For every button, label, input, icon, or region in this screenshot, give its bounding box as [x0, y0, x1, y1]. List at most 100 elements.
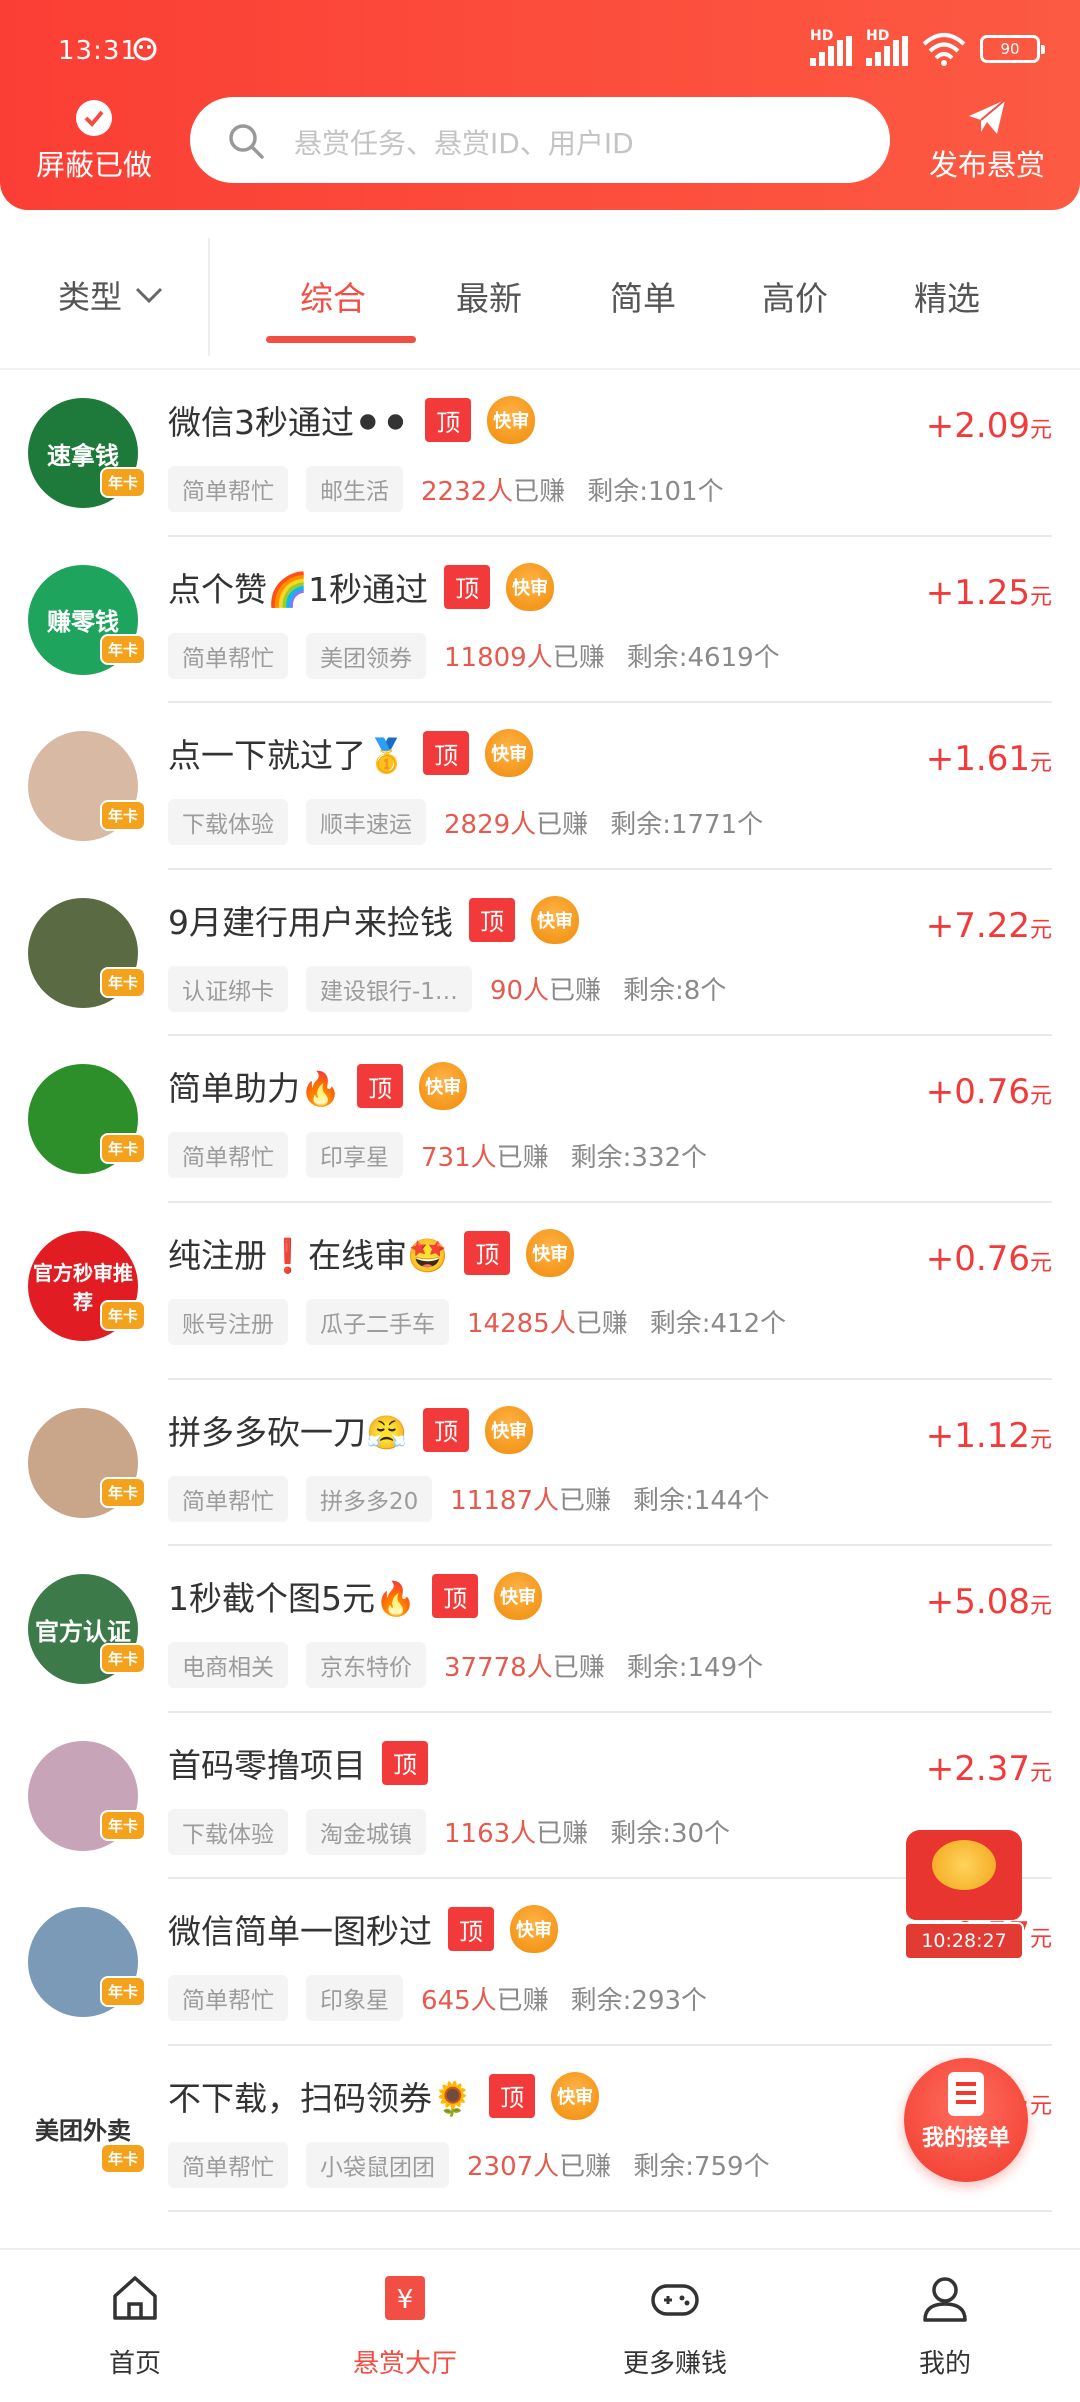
task-meta: 简单帮忙 拼多多20 11187人已赚 剩余:144个: [168, 1475, 769, 1522]
remaining-count: 剩余:30个: [610, 1819, 731, 1849]
check-icon: [76, 100, 112, 136]
task-row[interactable]: 速拿钱 年卡 微信3秒通过⚫⚫ 顶 快审 简单帮忙 邮生活 2232人已赚 剩余…: [0, 370, 1080, 537]
pinned-badge: 顶: [469, 897, 515, 942]
pinned-badge: 顶: [444, 564, 491, 609]
earned-count: 11187人: [450, 1486, 559, 1516]
annual-card-badge: 年卡: [99, 2142, 146, 2174]
task-category-tag: 简单帮忙: [168, 466, 288, 512]
earned-label: 已赚: [536, 809, 589, 840]
nav-reward-hall[interactable]: ¥ 悬赏大厅: [305, 2272, 505, 2380]
price-value: +0.76: [925, 1238, 1030, 1279]
nav-home-label: 首页: [108, 2349, 161, 2379]
task-title: 点个赞🌈1秒通过: [168, 569, 429, 609]
avatar-text: 官方认证: [35, 1617, 131, 1646]
task-avatar[interactable]: 年卡: [28, 897, 146, 1008]
pinned-badge: 顶: [464, 1230, 511, 1275]
remaining-count: 剩余:332个: [570, 1142, 708, 1173]
task-category-tag: 简单帮忙: [168, 1975, 288, 2021]
task-row[interactable]: 年卡 9月建行用户来捡钱 顶 快审 认证绑卡 建设银行-1… 90人已赚 剩余:…: [0, 870, 1080, 1036]
task-avatar[interactable]: 年卡: [28, 1407, 146, 1518]
task-row[interactable]: 官方秒审推荐 年卡 纯注册❗在线审🤩 顶 快审 账号注册 瓜子二手车 14285…: [0, 1203, 1080, 1380]
task-row[interactable]: 年卡 拼多多砍一刀😤 顶 快审 简单帮忙 拼多多20 11187人已赚 剩余:1…: [0, 1380, 1080, 1546]
tab-high-price[interactable]: 高价: [762, 272, 828, 320]
earned-label: 已赚: [552, 643, 605, 673]
annual-card-badge: 年卡: [99, 1133, 146, 1164]
tab-latest[interactable]: 最新: [456, 272, 522, 320]
tab-featured[interactable]: 精选: [914, 272, 980, 320]
annual-card-badge: 年卡: [99, 1643, 146, 1674]
price-unit: 元: [1029, 1427, 1052, 1453]
annual-card-badge: 年卡: [99, 1976, 146, 2007]
task-price: +7.22元: [926, 906, 1052, 946]
nav-home[interactable]: 首页: [35, 2272, 235, 2380]
price-value: +1.61: [925, 739, 1030, 779]
earned-count: 731人: [421, 1142, 497, 1173]
task-category-tag: 简单帮忙: [168, 2141, 288, 2188]
annual-card-badge: 年卡: [99, 800, 146, 831]
task-avatar[interactable]: 年卡: [28, 1064, 146, 1174]
divider: [208, 238, 210, 356]
task-avatar[interactable]: 年卡: [28, 1740, 146, 1851]
price-unit: 元: [1029, 1927, 1052, 1952]
publish-reward-button[interactable]: 发布悬赏: [912, 96, 1062, 186]
task-meta: 简单帮忙 邮生活 2232人已赚 剩余:101个: [168, 466, 724, 512]
task-app-tag: 美团领券: [306, 632, 426, 679]
search-icon: [229, 124, 264, 159]
wifi-icon: [922, 33, 966, 66]
task-stats: 14285人已赚 剩余:412个: [467, 1303, 786, 1340]
tab-simple[interactable]: 简单: [610, 272, 676, 320]
tab-comprehensive[interactable]: 综合: [300, 272, 366, 320]
task-title-line: 拼多多砍一刀😤 顶 快审: [168, 1405, 534, 1454]
task-stats: 645人已赚 剩余:293个: [421, 1980, 707, 2017]
task-title-line: 纯注册❗在线审🤩 顶 快审: [168, 1228, 575, 1277]
signal-icon: HD: [810, 28, 852, 66]
pinned-badge: 顶: [423, 731, 470, 775]
type-dropdown[interactable]: 类型: [58, 272, 164, 318]
task-title-line: 9月建行用户来捡钱 顶 快审: [168, 895, 579, 944]
task-title: 9月建行用户来捡钱: [168, 902, 453, 942]
task-row[interactable]: 年卡 点一下就过了🥇 顶 快审 下载体验 顺丰速运 2829人已赚 剩余:177…: [0, 703, 1080, 870]
task-title: 拼多多砍一刀😤: [168, 1412, 408, 1452]
fast-review-badge: 快审: [531, 895, 579, 944]
clipboard-icon: [948, 2072, 984, 2116]
task-app-tag: 顺丰速运: [306, 799, 426, 845]
remaining-count: 剩余:144个: [633, 1486, 770, 1516]
task-meta: 简单帮忙 印享星 731人已赚 剩余:332个: [168, 1132, 707, 1178]
task-meta: 下载体验 淘金城镇 1163人已赚 剩余:30个: [168, 1808, 731, 1855]
price-value: +2.37: [925, 1748, 1030, 1789]
remaining-count: 剩余:759个: [633, 2152, 770, 2182]
task-row[interactable]: 赚零钱 年卡 点个赞🌈1秒通过 顶 快审 简单帮忙 美团领券 11809人已赚 …: [0, 537, 1080, 703]
task-title-line: 点个赞🌈1秒通过 顶 快审: [168, 562, 555, 611]
annual-card-badge: 年卡: [99, 467, 146, 498]
earned-label: 已赚: [496, 1142, 549, 1173]
task-avatar[interactable]: 赚零钱 年卡: [28, 564, 146, 675]
task-stats: 731人已赚 剩余:332个: [421, 1137, 707, 1174]
shield-done-button[interactable]: 屏蔽已做: [24, 96, 164, 186]
my-orders-button[interactable]: 我的接单: [904, 2058, 1028, 2182]
task-avatar[interactable]: 美团外卖 年卡: [28, 2073, 146, 2184]
task-title: 微信简单一图秒过: [168, 1912, 432, 1951]
nav-mine[interactable]: 我的: [845, 2272, 1045, 2380]
red-packet-button[interactable]: 10:28:27: [904, 1830, 1024, 1960]
task-avatar[interactable]: 官方秒审推荐 年卡: [28, 1230, 146, 1341]
task-avatar[interactable]: 年卡: [28, 1907, 146, 2017]
task-avatar[interactable]: 年卡: [28, 731, 146, 841]
task-stats: 11187人已赚 剩余:144个: [450, 1480, 769, 1517]
fast-review-badge: 快审: [419, 1062, 468, 1110]
task-avatar[interactable]: 速拿钱 年卡: [28, 398, 146, 508]
price-value: +2.09: [925, 406, 1030, 446]
fast-review-badge: 快审: [485, 1405, 534, 1454]
fast-review-badge: 快审: [485, 729, 534, 777]
task-avatar[interactable]: 官方认证 年卡: [28, 1574, 146, 1684]
status-icons: HD HD 90: [810, 28, 1045, 66]
task-row[interactable]: 年卡 简单助力🔥 顶 快审 简单帮忙 印享星 731人已赚 剩余:332个 +0…: [0, 1036, 1080, 1203]
reward-hall-icon: ¥: [385, 2276, 425, 2320]
price-value: +1.25: [925, 572, 1030, 613]
fast-review-badge: 快审: [510, 1905, 558, 1953]
active-tab-indicator: [266, 336, 416, 343]
nav-more-earn[interactable]: 更多赚钱: [575, 2272, 775, 2380]
pinned-badge: 顶: [448, 1907, 494, 1951]
fast-review-badge: 快审: [551, 2071, 600, 2120]
task-row[interactable]: 官方认证 年卡 1秒截个图5元🔥 顶 快审 电商相关 京东特价 37778人已赚…: [0, 1546, 1080, 1713]
search-input[interactable]: 悬赏任务、悬赏ID、用户ID: [190, 97, 890, 183]
